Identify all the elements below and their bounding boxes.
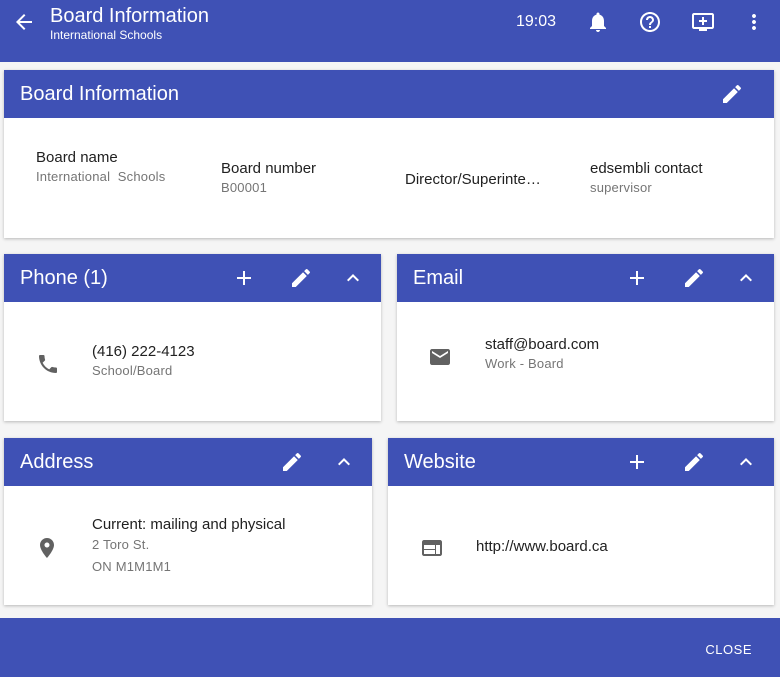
chevron-up-icon[interactable]	[734, 266, 758, 290]
board-info-header: Board Information	[4, 70, 774, 118]
board-number-value: B00001	[221, 180, 268, 195]
edit-icon[interactable]	[289, 266, 313, 290]
edit-icon[interactable]	[280, 450, 304, 474]
location-pin-icon	[35, 536, 59, 560]
add-icon[interactable]	[232, 266, 256, 290]
help-icon[interactable]	[638, 10, 662, 34]
page-title: Board Information	[50, 5, 209, 27]
clock-time: 19:03	[516, 13, 557, 30]
board-info-title: Board Information	[20, 83, 179, 105]
website-header: Website	[388, 438, 774, 486]
phone-icon	[36, 352, 60, 376]
screen-share-icon[interactable]	[691, 10, 715, 34]
bell-icon[interactable]	[586, 10, 610, 34]
mail-icon	[428, 345, 452, 369]
board-info-card: Board Information Board name Internation…	[4, 70, 774, 238]
address-line1: 2 Toro St.	[92, 537, 150, 552]
chevron-up-icon[interactable]	[341, 266, 365, 290]
website-title: Website	[404, 451, 476, 473]
arrow-back-icon[interactable]	[12, 10, 36, 34]
app-bar: Board Information International Schools …	[0, 0, 780, 62]
edsembli-contact-label: edsembli contact	[590, 160, 703, 177]
edit-icon[interactable]	[720, 82, 744, 106]
board-name-label: Board name	[36, 149, 118, 166]
edit-icon[interactable]	[682, 450, 706, 474]
address-line2: ON M1M1M1	[92, 559, 172, 574]
email-title: Email	[413, 267, 464, 289]
board-name-value: International Schools	[36, 169, 166, 184]
address-header: Address	[4, 438, 372, 486]
website-url[interactable]: http://www.board.ca	[476, 538, 608, 555]
email-address: staff@board.com	[485, 336, 600, 353]
address-card: Address Current: mailing and physical 2 …	[4, 438, 372, 605]
chevron-up-icon[interactable]	[734, 450, 758, 474]
add-icon[interactable]	[625, 266, 649, 290]
edit-icon[interactable]	[682, 266, 706, 290]
phone-card: Phone (1) (416) 222-4123 School/Board	[4, 254, 381, 421]
address-title: Address	[20, 451, 94, 473]
website-card: Website http://www.board.ca	[388, 438, 774, 605]
phone-type: School/Board	[92, 363, 173, 378]
page-subtitle: International Schools	[50, 28, 163, 42]
email-header: Email	[397, 254, 774, 302]
web-browser-icon	[420, 536, 444, 560]
phone-number: (416) 222-4123	[92, 343, 195, 360]
phone-header: Phone (1)	[4, 254, 381, 302]
director-label: Director/Superinte…	[405, 171, 541, 188]
email-type: Work - Board	[485, 356, 564, 371]
email-card: Email staff@board.com Work - Board	[397, 254, 774, 421]
phone-title: Phone (1)	[20, 267, 108, 289]
address-kind: Current: mailing and physical	[92, 516, 286, 533]
dialog-footer: CLOSE	[0, 618, 780, 677]
more-vert-icon[interactable]	[742, 10, 766, 34]
add-icon[interactable]	[625, 450, 649, 474]
edsembli-contact-value: supervisor	[590, 180, 652, 195]
close-button[interactable]: CLOSE	[705, 642, 752, 657]
chevron-up-icon[interactable]	[332, 450, 356, 474]
board-number-label: Board number	[221, 160, 317, 177]
